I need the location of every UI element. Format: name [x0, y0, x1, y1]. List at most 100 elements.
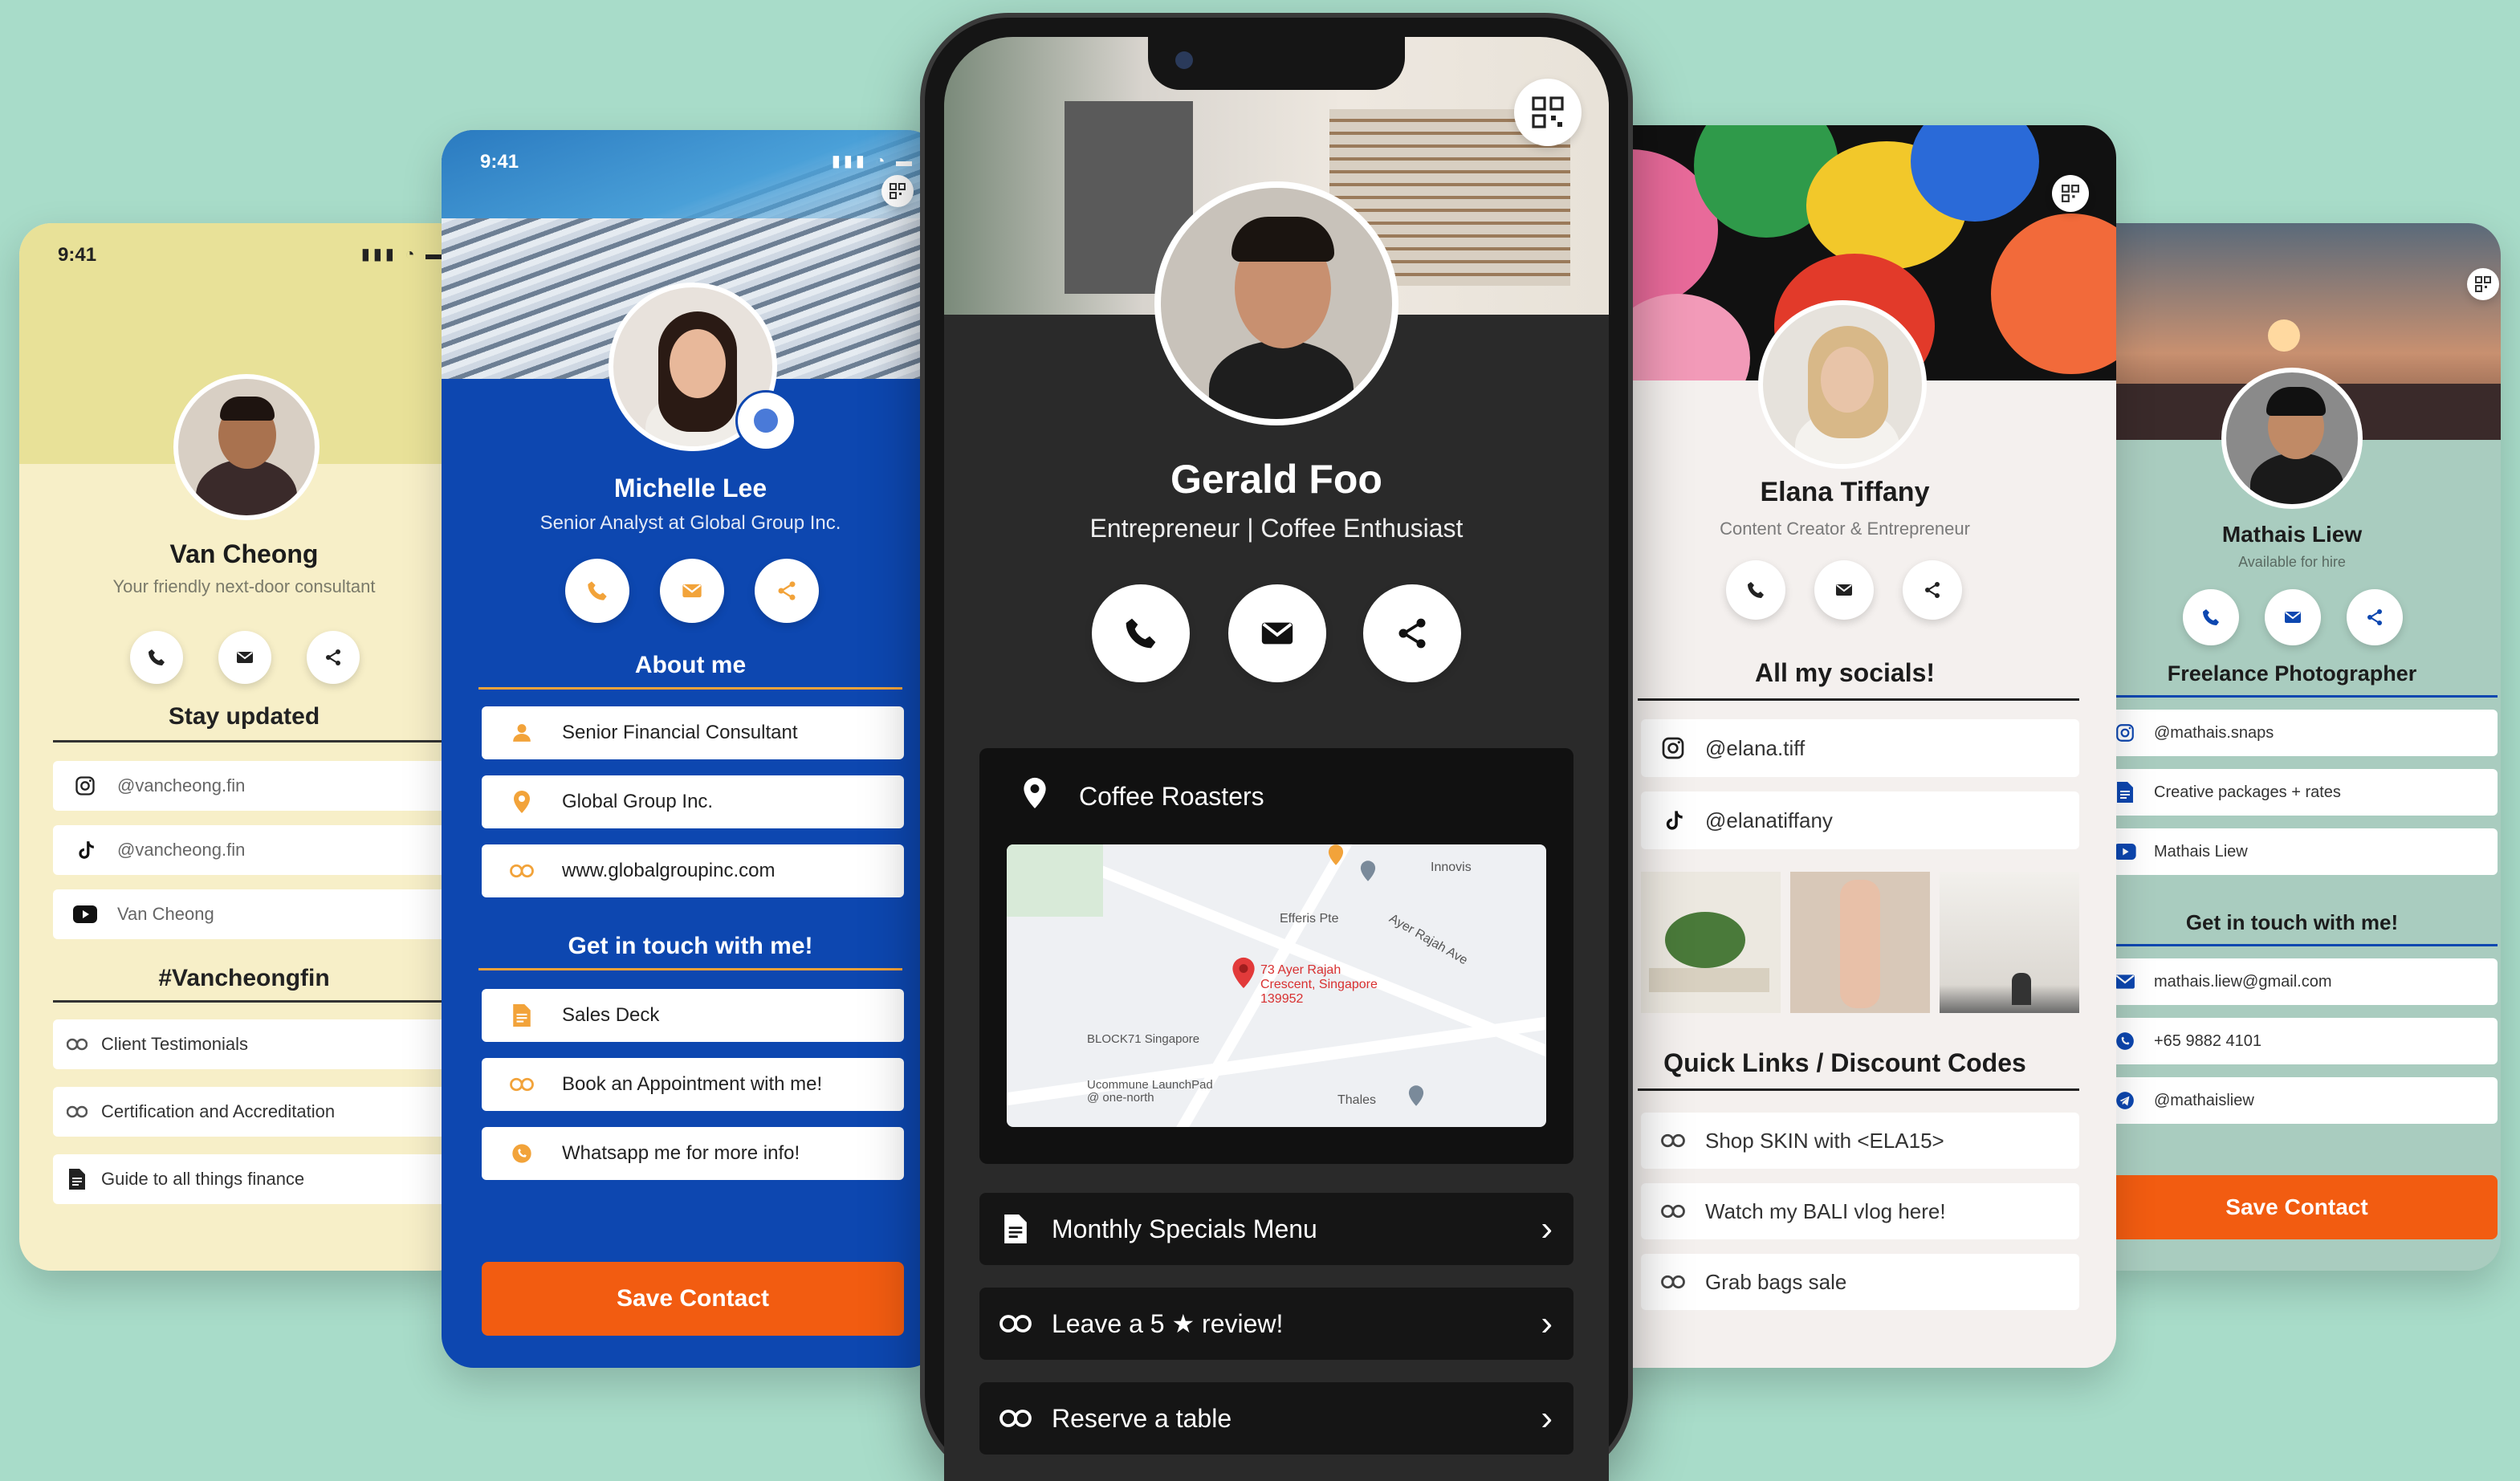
elana-social-tiktok[interactable]: @elanatiffany [1641, 791, 2079, 849]
gerald-location-label: Coffee Roasters [1079, 782, 1264, 811]
gerald-qr-button[interactable] [1514, 79, 1582, 146]
mathais-link-youtube[interactable]: Mathais Liew [2096, 828, 2498, 875]
michelle-divider-1 [478, 687, 902, 690]
elana-link-skin[interactable]: Shop SKIN with <ELA15> [1641, 1113, 2079, 1169]
van-social-label: @vancheong.fin [117, 775, 246, 795]
mathais-contact-telegram[interactable]: @mathaisliew [2096, 1077, 2498, 1124]
gerald-link-review[interactable]: Leave a 5 ★ review! › [979, 1288, 1573, 1360]
michelle-qr-button[interactable] [881, 175, 914, 207]
status-icons: ▮▮▮ ◔ ▬ [360, 246, 445, 263]
mathais-qr-button[interactable] [2467, 268, 2499, 300]
map-label-address: 73 Ayer Rajah Crescent, Singapore 139952 [1260, 963, 1378, 1006]
globe-icon [754, 409, 778, 433]
mathais-contact-whatsapp[interactable]: +65 9882 4101 [2096, 1018, 2498, 1064]
michelle-touch-whatsapp[interactable]: Whatsapp me for more info! [482, 1127, 904, 1180]
gerald-link-reserve[interactable]: Reserve a table › [979, 1382, 1573, 1455]
gerald-link-label: Reserve a table [1052, 1403, 1232, 1433]
michelle-share-button[interactable] [755, 559, 819, 623]
document-icon [482, 1004, 562, 1027]
michelle-email-button[interactable] [660, 559, 724, 623]
michelle-about-company: Global Group Inc. [482, 775, 904, 828]
elana-link-grab-bags[interactable]: Grab bags sale [1641, 1254, 2079, 1310]
person-icon [482, 722, 562, 743]
camera-icon [1175, 51, 1193, 69]
mathais-link-label: @mathais.snaps [2154, 723, 2274, 742]
van-avatar [173, 374, 320, 520]
link-icon [482, 1077, 562, 1092]
elana-social-label: @elana.tiff [1705, 735, 1806, 760]
email-icon [2285, 612, 2301, 623]
gerald-link-monthly-specials[interactable]: Monthly Specials Menu › [979, 1193, 1573, 1265]
van-social-label: Van Cheong [117, 904, 214, 924]
mathais-save-contact-button[interactable]: Save Contact [2096, 1175, 2498, 1239]
email-icon [237, 652, 253, 663]
van-social-tiktok[interactable]: @vancheong.fin [53, 825, 469, 875]
michelle-header-wave [442, 130, 939, 218]
michelle-touch-appointment[interactable]: Book an Appointment with me! [482, 1058, 904, 1111]
gerald-share-button[interactable] [1363, 584, 1461, 682]
share-icon [2367, 609, 2382, 625]
status-icons: ▮▮▮ ◔ ▬ [831, 153, 915, 170]
van-link-testimonials[interactable]: Client Testimonials › [53, 1019, 469, 1069]
gerald-foo-screen: Gerald Foo Entrepreneur | Coffee Enthusi… [944, 37, 1609, 1481]
mathais-divider-1 [2096, 695, 2498, 698]
van-share-button[interactable] [307, 631, 360, 684]
instagram-icon [1641, 735, 1705, 761]
mathais-email-button[interactable] [2265, 589, 2321, 645]
phone-icon [2203, 609, 2219, 625]
map-label-efferis: Efferis Pte [1280, 912, 1339, 926]
share-icon [1925, 582, 1940, 598]
mathais-contact-email[interactable]: mathais.liew@gmail.com [2096, 958, 2498, 1005]
chevron-right-icon: › [1541, 1398, 1553, 1438]
mathais-role: Freelance Photographer [2167, 661, 2417, 686]
elana-quick-links-title: Quick Links / Discount Codes [1663, 1048, 2026, 1077]
qr-code-icon [2475, 276, 2491, 292]
status-time: 9:41 [480, 151, 519, 173]
mathais-link-instagram[interactable]: @mathais.snaps [2096, 710, 2498, 756]
chevron-right-icon: › [1541, 1209, 1553, 1248]
elana-link-label: Grab bags sale [1705, 1269, 1847, 1294]
van-link-guide[interactable]: Guide to all things finance › [53, 1154, 469, 1204]
plant-leaves [1665, 912, 1745, 968]
gerald-phone-button[interactable] [1092, 584, 1190, 682]
map-label-launchpad: Ucommune LaunchPad @ one-north [1087, 1078, 1213, 1105]
elana-photo-ballet[interactable] [1790, 872, 1930, 1013]
tiktok-icon [1641, 808, 1705, 832]
michelle-lee-card: 9:41 ▮▮▮ ◔ ▬ Michelle Lee Senior Analyst… [442, 130, 939, 1368]
van-phone-button[interactable] [130, 631, 183, 684]
michelle-touch-sales-deck[interactable]: Sales Deck [482, 989, 904, 1042]
elana-phone-button[interactable] [1726, 560, 1785, 620]
gerald-map[interactable]: Innovis Efferis Pte Ayer Rajah Ave 73 Ay… [1007, 844, 1546, 1127]
elana-link-vlog[interactable]: Watch my BALI vlog here! [1641, 1183, 2079, 1239]
michelle-save-contact-button[interactable]: Save Contact [482, 1262, 904, 1336]
elana-social-instagram[interactable]: @elana.tiff [1641, 719, 2079, 777]
map-marker-orange [1328, 844, 1344, 865]
mathais-name: Mathais Liew [2221, 522, 2363, 547]
email-icon [1261, 622, 1293, 645]
van-link-certification[interactable]: Certification and Accreditation › [53, 1087, 469, 1137]
van-email-button[interactable] [218, 631, 271, 684]
michelle-about-label: Global Group Inc. [562, 791, 714, 812]
link-icon [53, 1038, 101, 1051]
elana-photo-beach[interactable] [1940, 872, 2079, 1013]
van-link-label: Certification and Accreditation [101, 1101, 336, 1121]
link-icon [1641, 1133, 1705, 1148]
michelle-phone-button[interactable] [565, 559, 629, 623]
elana-photo-plant[interactable] [1641, 872, 1781, 1013]
michelle-get-in-touch: Get in touch with me! [568, 933, 813, 959]
elana-email-button[interactable] [1814, 560, 1874, 620]
van-social-youtube[interactable]: Van Cheong [53, 889, 469, 939]
van-social-instagram[interactable]: @vancheong.fin [53, 761, 469, 811]
mathais-phone-button[interactable] [2183, 589, 2239, 645]
van-link-label: Client Testimonials [101, 1034, 249, 1054]
map-green-area [1007, 844, 1103, 917]
gerald-email-button[interactable] [1228, 584, 1326, 682]
michelle-about-me: About me [634, 652, 747, 678]
van-name: Van Cheong [169, 539, 319, 568]
mathais-share-button[interactable] [2347, 589, 2403, 645]
michelle-about-website[interactable]: www.globalgroupinc.com [482, 844, 904, 897]
phone-icon [588, 581, 607, 600]
elana-share-button[interactable] [1903, 560, 1962, 620]
mathais-link-packages[interactable]: Creative packages + rates [2096, 769, 2498, 816]
elana-qr-button[interactable] [2052, 175, 2089, 212]
